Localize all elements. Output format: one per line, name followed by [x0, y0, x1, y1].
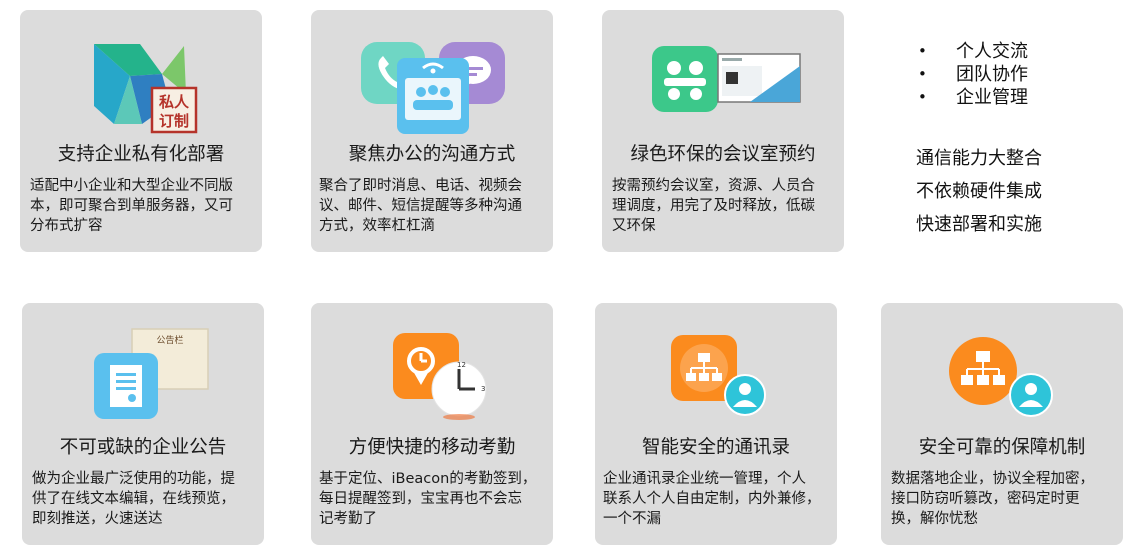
org-chart-contacts-icon — [671, 335, 766, 416]
card-description: 做为企业最广泛使用的功能，提 供了在线文本编辑，在线预览， 即刻推送，火速送达 — [32, 469, 235, 529]
card-title: 智能安全的通讯录 — [641, 437, 790, 458]
desc-line: 接口防窃听篡改，密码定时更 — [891, 491, 1080, 507]
card-description: 适配中小企业和大型企业不同版 本，即可聚合到单服务器，又可 分布式扩容 — [30, 176, 233, 236]
card-title: 聚焦办公的沟通方式 — [348, 144, 516, 165]
desc-line: 本，即可聚合到单服务器，又可 — [30, 198, 233, 214]
card-description: 数据落地企业，协议全程加密， 接口防窃听篡改，密码定时更 换，解你忧愁 — [891, 469, 1094, 529]
card-title: 安全可靠的保障机制 — [918, 437, 1086, 458]
desc-line: 每日提醒签到，宝宝再也不会忘 — [319, 491, 522, 507]
bullet-item: 个人交流 — [916, 40, 1126, 63]
desc-line: 换，解你忧愁 — [891, 511, 978, 527]
card-description: 基于定位、iBeacon的考勤签到， 每日提醒签到，宝宝再也不会忘 记考勤了 — [319, 469, 536, 529]
feature-line: 不依赖硬件集成 — [916, 181, 1042, 202]
feature-card-private-deploy: 私人 订制 支持企业私有化部署 适配中小企业和大型企业不同版 本，即可聚合到单服… — [20, 10, 262, 252]
feature-card-contacts: 智能安全的通讯录 企业通讯录企业统一管理，个人 联系人个人自由定制，内外兼修， … — [595, 303, 837, 545]
desc-line: 记考勤了 — [319, 511, 377, 527]
private-deploy-logo-icon: 私人 订制 — [94, 44, 198, 134]
security-org-icon — [949, 337, 1053, 417]
stamp-text-2: 订制 — [159, 112, 189, 130]
meeting-room-icon — [652, 46, 801, 112]
attendance-clock-icon: 12 3 — [393, 333, 487, 420]
desc-line: 一个不漏 — [603, 511, 661, 527]
feature-card-announcement: 公告栏 不可或缺的企业公告 做为企业最广泛使用的功能，提 供了在线文本编辑，在线… — [22, 303, 264, 545]
desc-line: 议、邮件、短信提醒等多种沟通 — [319, 198, 522, 214]
desc-line: 聚合了即时消息、电话、视频会 — [319, 178, 522, 194]
desc-line: 基于定位、iBeacon的考勤签到， — [319, 471, 537, 487]
feature-card-communication: 聚焦办公的沟通方式 聚合了即时消息、电话、视频会 议、邮件、短信提醒等多种沟通 … — [311, 10, 553, 252]
stamp-text-1: 私人 — [158, 93, 190, 111]
desc-line: 分布式扩容 — [30, 218, 103, 234]
board-label: 公告栏 — [156, 334, 183, 346]
card-title: 不可或缺的企业公告 — [59, 437, 227, 458]
desc-line: 方式，效率杠杠滴 — [319, 218, 435, 234]
desc-line: 做为企业最广泛使用的功能，提 — [32, 471, 235, 487]
desc-line: 联系人个人自由定制，内外兼修， — [603, 491, 821, 507]
summary-panel: 个人交流 团队协作 企业管理 通信能力大整合 不依赖硬件集成 快速部署和实施 — [916, 40, 1126, 241]
svg-text:3: 3 — [481, 385, 485, 393]
desc-line: 供了在线文本编辑，在线预览， — [32, 491, 235, 507]
desc-line: 理调度，用完了及时释放，低碳 — [612, 198, 815, 214]
desc-line: 适配中小企业和大型企业不同版 — [30, 178, 233, 194]
svg-text:12: 12 — [457, 361, 466, 369]
card-title: 方便快捷的移动考勤 — [348, 437, 516, 458]
desc-line: 按需预约会议室，资源、人员合 — [612, 178, 815, 194]
card-description: 企业通讯录企业统一管理，个人 联系人个人自由定制，内外兼修， 一个不漏 — [603, 469, 821, 529]
feature-card-meeting-room: 绿色环保的会议室预约 按需预约会议室，资源、人员合 理调度，用完了及时释放，低碳… — [602, 10, 844, 252]
feature-card-security: 安全可靠的保障机制 数据落地企业，协议全程加密， 接口防窃听篡改，密码定时更 换… — [881, 303, 1123, 545]
communication-apps-icon — [361, 42, 505, 134]
announcement-board-icon: 公告栏 — [94, 328, 209, 419]
desc-line: 又环保 — [612, 218, 656, 234]
card-title: 绿色环保的会议室预约 — [630, 144, 816, 165]
feature-card-attendance: 12 3 方便快捷的移动考勤 基于定位、iBeacon的考勤签到， 每日提醒签到… — [311, 303, 553, 545]
card-title: 支持企业私有化部署 — [57, 144, 225, 165]
feature-line: 通信能力大整合 — [916, 148, 1042, 169]
card-description: 聚合了即时消息、电话、视频会 议、邮件、短信提醒等多种沟通 方式，效率杠杠滴 — [319, 176, 522, 236]
card-description: 按需预约会议室，资源、人员合 理调度，用完了及时释放，低碳 又环保 — [612, 176, 815, 236]
feature-line: 快速部署和实施 — [916, 214, 1042, 235]
bullet-list: 个人交流 团队协作 企业管理 — [916, 40, 1126, 109]
desc-line: 数据落地企业，协议全程加密， — [891, 471, 1094, 487]
bullet-item: 团队协作 — [916, 63, 1126, 86]
desc-line: 企业通讯录企业统一管理，个人 — [603, 471, 806, 487]
desc-line: 即刻推送，火速送达 — [32, 511, 163, 527]
bullet-item: 企业管理 — [916, 86, 1126, 109]
